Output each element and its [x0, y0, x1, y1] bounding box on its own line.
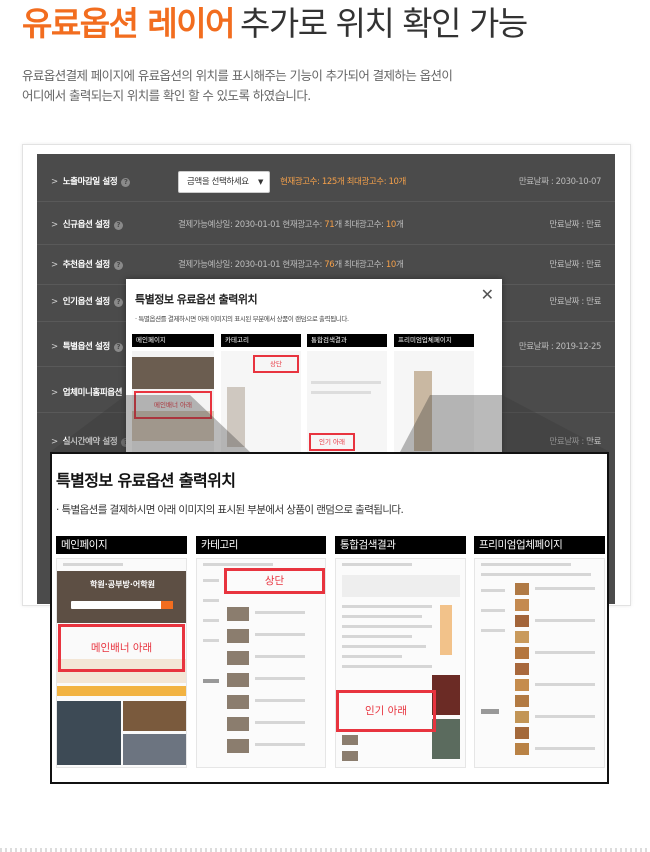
page-description: 유료옵션결제 페이지에 유료옵션의 위치를 표시해주는 기능이 추가되어 결제하…	[22, 66, 622, 106]
preview-premium	[394, 351, 474, 454]
expire-date: 만료날짜 : 2030-10-07	[518, 177, 602, 187]
arrow-icon: >	[51, 297, 58, 307]
help-icon[interactable]: ?	[113, 298, 123, 307]
arrow-icon: >	[51, 437, 58, 447]
ad-count-info: 결제가능예상일: 2030-01-01 현재광고수: 71개 최대광고수: 10…	[178, 220, 404, 230]
row-label: 업체미니홈피옵션	[62, 388, 123, 398]
arrow-icon: >	[51, 177, 58, 187]
ad-count-info: 결제가능예상일: 2030-01-01 현재광고수: 76개 최대광고수: 10…	[178, 260, 404, 270]
highlight-popular-sm: 인기 아래	[309, 433, 355, 451]
row-label: 신규옵션 설정	[62, 220, 110, 230]
expire-date: 만료날짜 : 만료	[549, 260, 601, 270]
highlight-top-sm: 상단	[253, 355, 299, 373]
row-label: 인기옵션 설정	[62, 297, 110, 307]
highlight-top: 상단	[224, 568, 325, 594]
highlight-popular: 인기 아래	[336, 690, 436, 732]
tab-premium-page[interactable]: 프리미엄업체페이지	[474, 536, 605, 554]
close-icon[interactable]: ✕	[481, 287, 494, 303]
help-icon[interactable]: ?	[113, 261, 123, 270]
hero-search-box	[71, 601, 171, 609]
popup-description: · 특별옵션를 결제하시면 아래 이미지의 표시된 부분에서 상품이 랜덤으로 …	[135, 315, 349, 323]
desc-line-2: 어디에서 출력되는지 위치를 확인 할 수 있도록 하였습니다.	[22, 88, 311, 103]
highlight-main-banner: 메인배너 아래	[58, 624, 185, 672]
amount-select[interactable]: 금액을 선택하세요 ▼	[178, 171, 270, 193]
highlight-main-banner-sm: 메인배너 아래	[134, 391, 212, 419]
tab-category[interactable]: 카테고리	[196, 536, 326, 554]
settings-row: > 신규옵션 설정? 결제가능예상일: 2030-01-01 현재광고수: 71개…	[37, 205, 615, 245]
option-position-popup: 특별정보 유료옵션 출력위치 · 특별옵션를 결제하시면 아래 이미지의 표시된…	[50, 452, 609, 784]
tab-category[interactable]: 카테고리	[221, 334, 301, 347]
expire-date: 만료날짜 : 2019-12-25	[518, 342, 602, 352]
page: 유료옵션 레이어 추가로 위치 확인 가능 유료옵션결제 페이지에 유료옵션의 위…	[0, 0, 650, 852]
preview-search-page	[335, 558, 466, 768]
help-icon[interactable]: ?	[113, 221, 123, 230]
hero-banner: 학원·공부방·어학원	[57, 571, 186, 623]
chevron-down-icon: ▼	[258, 178, 263, 186]
expire-date: 만료날짜 : 만료	[549, 220, 601, 230]
arrow-icon: >	[51, 260, 58, 270]
row-label: 노출마감일 설정	[62, 177, 118, 187]
tab-search-result[interactable]: 통합검색결과	[335, 536, 466, 554]
row-label: 실시간예약 설정	[62, 437, 118, 447]
help-icon[interactable]: ?	[113, 343, 123, 352]
tab-main-page[interactable]: 메인페이지	[132, 334, 214, 347]
desc-line-1: 유료옵션결제 페이지에 유료옵션의 위치를 표시해주는 기능이 추가되어 결제하…	[22, 68, 453, 83]
popup-description: · 특별옵션를 결제하시면 아래 이미지의 표시된 부분에서 상품이 랜덤으로 …	[56, 504, 404, 516]
arrow-icon: >	[51, 220, 58, 230]
ad-count-info: 현재광고수: 125개 최대광고수: 10개	[280, 177, 406, 187]
title-accent: 유료옵션 레이어	[22, 4, 236, 43]
arrow-icon: >	[51, 388, 58, 398]
tab-main-page[interactable]: 메인페이지	[56, 536, 187, 554]
preview-premium-page	[474, 558, 605, 768]
expire-date: 만료날짜 : 만료	[549, 297, 601, 307]
row-label: 특별옵션 설정	[62, 342, 110, 352]
popup-title: 특별정보 유료옵션 출력위치	[135, 293, 258, 306]
option-position-popup-small: 특별정보 유료옵션 출력위치 · 특별옵션를 결제하시면 아래 이미지의 표시된…	[126, 279, 502, 454]
settings-row: > 노출마감일 설정? 금액을 선택하세요 ▼ 현재광고수: 125개 최대광고수:…	[37, 162, 615, 202]
help-icon[interactable]: ?	[121, 178, 131, 187]
arrow-icon: >	[51, 342, 58, 352]
tab-search-result[interactable]: 통합검색결과	[307, 334, 387, 347]
page-title: 유료옵션 레이어 추가로 위치 확인 가능	[22, 4, 528, 44]
popup-title: 특별정보 유료옵션 출력위치	[56, 471, 236, 490]
tab-premium-page[interactable]: 프리미엄업체페이지	[394, 334, 474, 347]
expire-date: 만료날짜 : 만료	[549, 437, 601, 447]
title-rest: 추가로 위치 확인 가능	[240, 4, 528, 43]
dotted-divider	[0, 848, 650, 852]
row-label: 추천옵션 설정	[62, 260, 110, 270]
